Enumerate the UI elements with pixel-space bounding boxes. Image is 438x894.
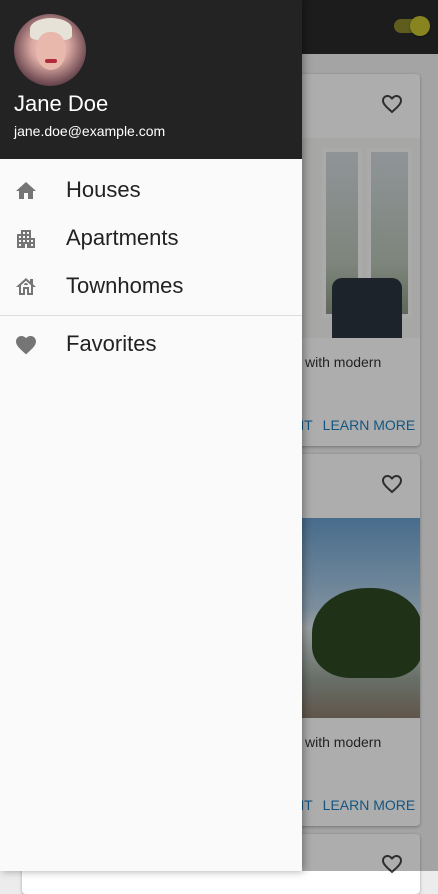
drawer-item-label: Favorites [66, 331, 157, 356]
drawer-item-apartments[interactable]: Apartments [0, 215, 302, 263]
drawer-item-favorites[interactable]: Favorites [0, 321, 302, 369]
user-email: jane.doe@example.com [14, 123, 166, 139]
apartment-icon [14, 227, 38, 251]
drawer-item-townhomes[interactable]: Townhomes [0, 263, 302, 311]
home-icon [14, 179, 38, 203]
navigation-drawer: Jane Doe jane.doe@example.com Houses Apa… [0, 0, 302, 871]
avatar[interactable] [14, 14, 86, 86]
drawer-divider [0, 315, 302, 316]
heart-icon [14, 333, 38, 357]
drawer-header: Jane Doe jane.doe@example.com [0, 0, 302, 159]
drawer-item-label: Apartments [66, 225, 179, 250]
townhome-icon [14, 275, 38, 299]
drawer-item-houses[interactable]: Houses [0, 167, 302, 215]
drawer-item-label: Townhomes [66, 273, 184, 298]
drawer-item-label: Houses [66, 177, 141, 202]
user-name: Jane Doe [14, 91, 109, 116]
